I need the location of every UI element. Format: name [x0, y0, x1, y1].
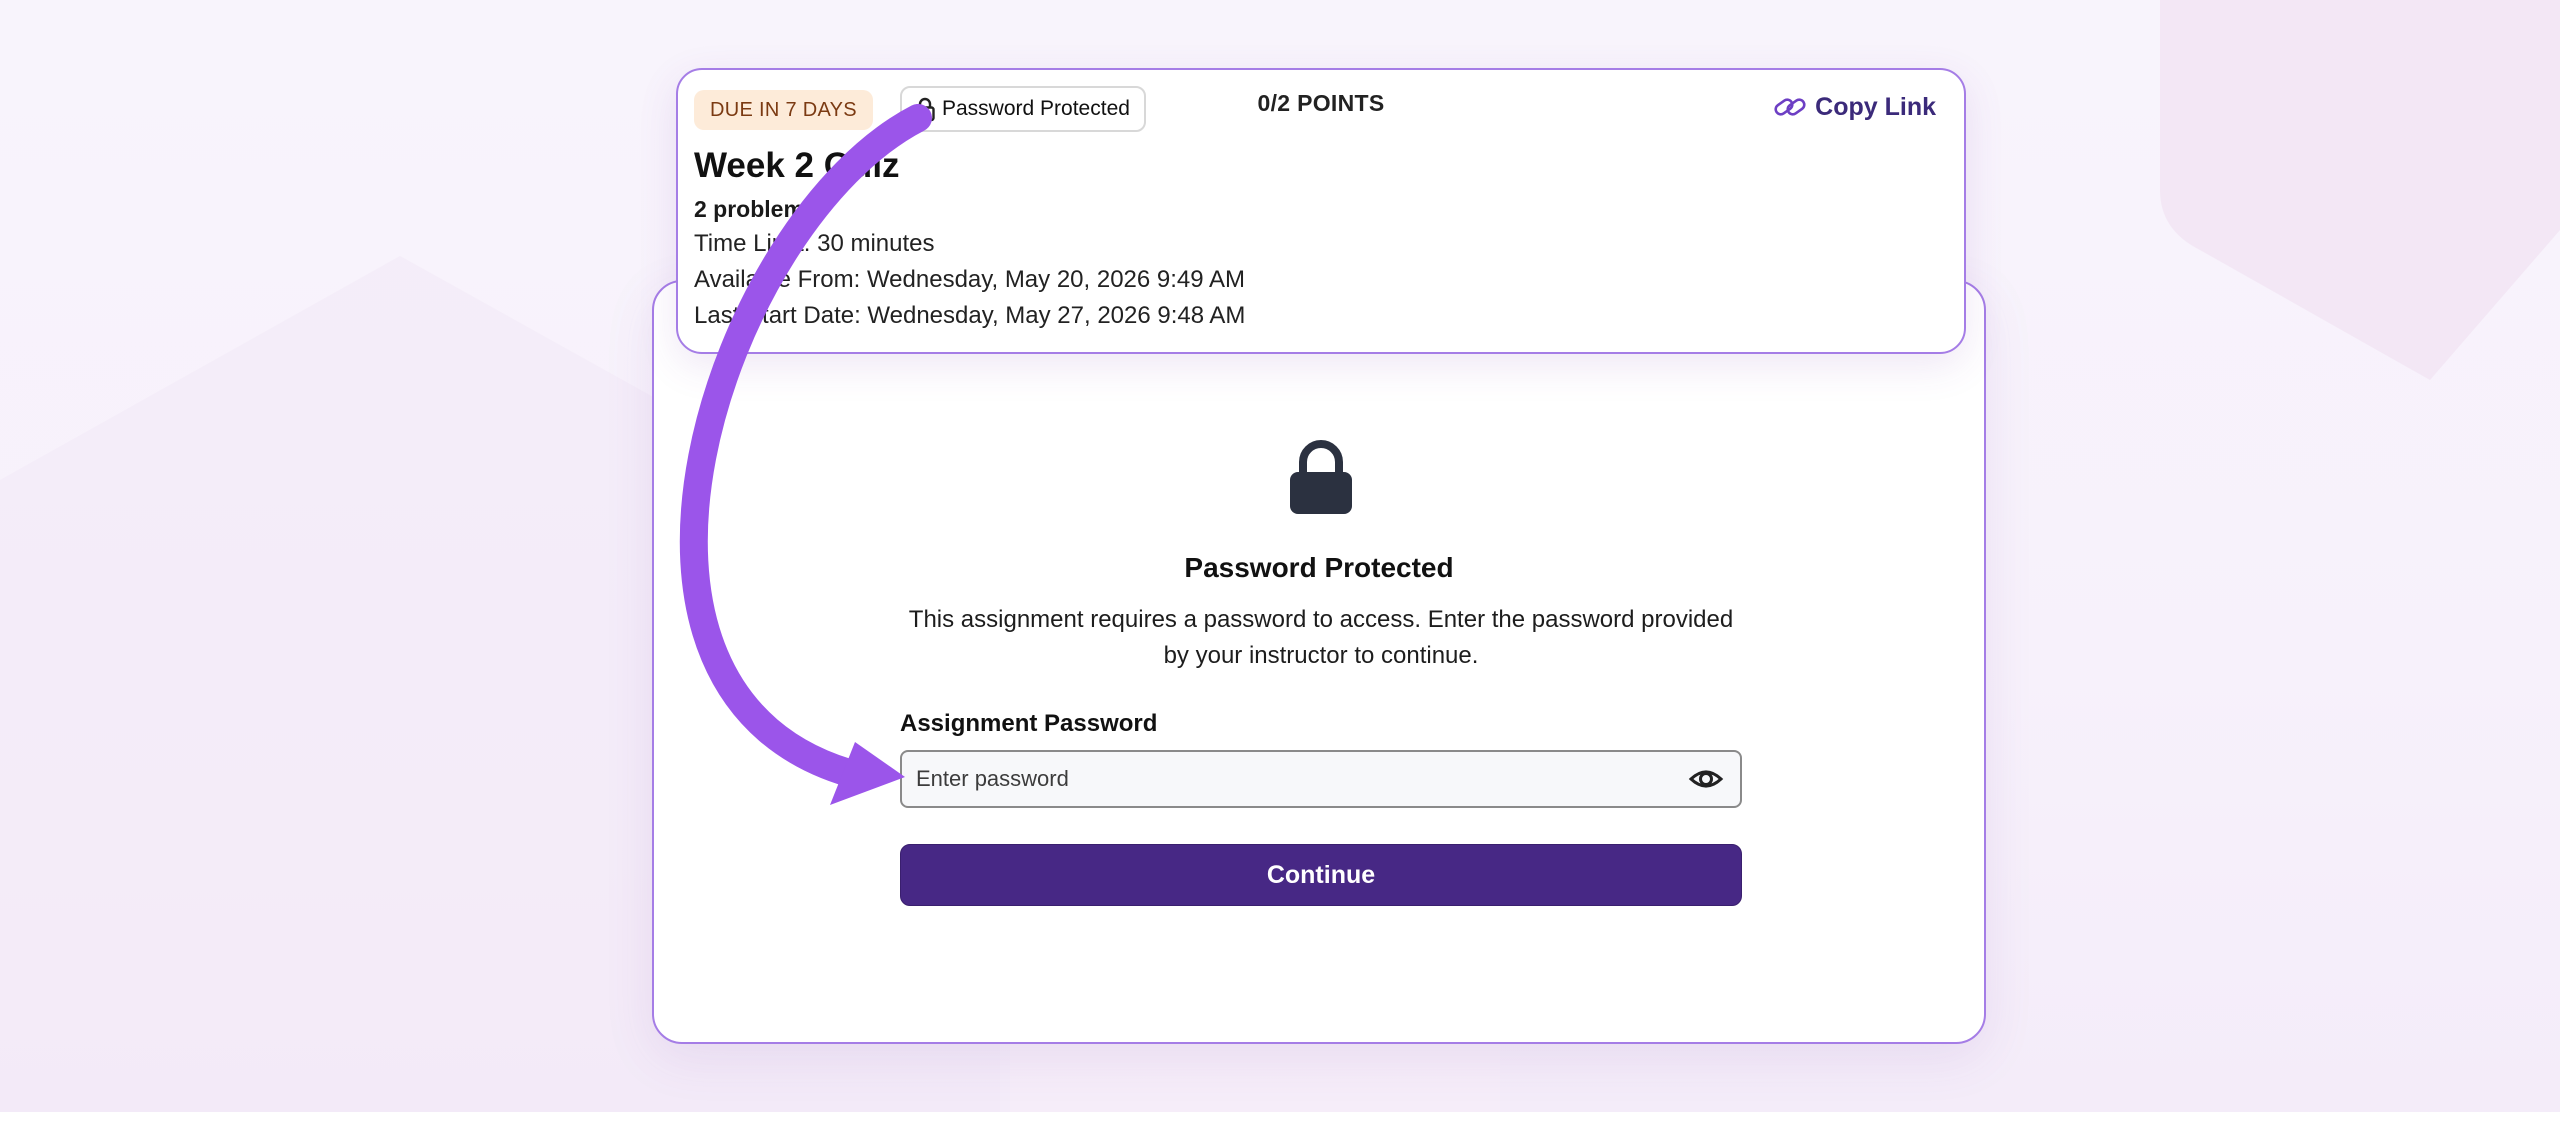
lock-icon	[1290, 440, 1352, 514]
gate-title: Password Protected	[1184, 552, 1454, 583]
page-background: Password Protected This assignment requi…	[0, 0, 2560, 1112]
eye-icon[interactable]	[1688, 763, 1724, 795]
copy-link-label: Copy Link	[1815, 92, 1936, 121]
points-summary: 0/2 POINTS	[1257, 90, 1385, 116]
gate-description: This assignment requires a password to a…	[908, 606, 1734, 669]
password-input[interactable]	[900, 750, 1742, 808]
link-icon	[1774, 98, 1806, 116]
assignment-title: Week 2 Quiz	[694, 146, 900, 185]
copy-link-button[interactable]: Copy Link	[1773, 92, 1936, 122]
available-from: Available From: Wednesday, May 20, 2026 …	[694, 266, 1245, 293]
password-field-label: Assignment Password	[900, 710, 1158, 737]
assignment-header-card: DUE IN 7 DAYS Password Protected 0/2 POI…	[676, 68, 1966, 354]
last-start-date: Last Start Date: Wednesday, May 27, 2026…	[694, 302, 1246, 329]
password-gate-card: Password Protected This assignment requi…	[652, 280, 1986, 1044]
continue-button[interactable]: Continue	[900, 844, 1742, 906]
problem-count: 2 problems	[694, 196, 817, 222]
time-limit: Time Limit: 30 minutes	[694, 230, 935, 257]
